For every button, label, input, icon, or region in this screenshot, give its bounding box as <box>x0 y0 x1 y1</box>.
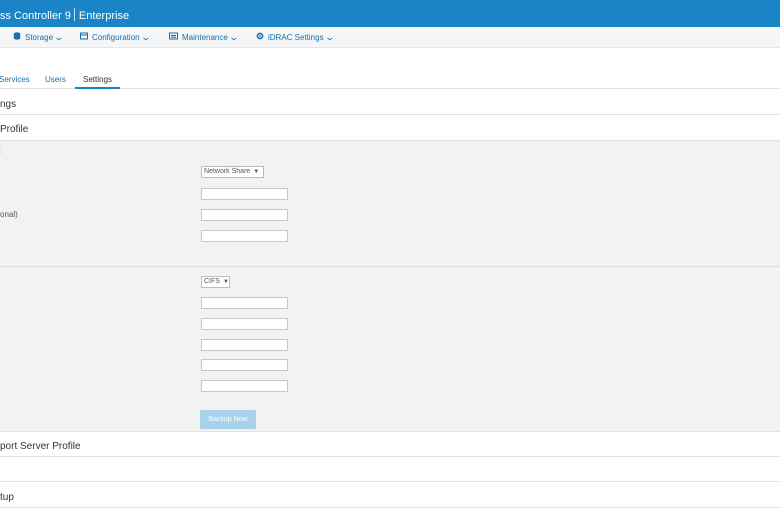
active-tab-indicator <box>75 87 120 89</box>
share-field-5[interactable] <box>201 380 288 392</box>
share-field-3[interactable] <box>201 339 288 351</box>
storage-icon <box>13 27 21 48</box>
chevron-down-icon: ⌄ <box>228 32 239 42</box>
tab-settings[interactable]: Settings <box>83 75 112 84</box>
tab-bar: Services Users Settings <box>0 48 780 89</box>
chevron-down-icon: ⌄ <box>53 32 65 42</box>
optional-text-field[interactable] <box>201 209 288 221</box>
share-type-select[interactable]: CIFS ▼ <box>201 276 230 288</box>
chevron-down-icon: ⌄ <box>140 32 151 42</box>
backup-now-button[interactable]: Backup Now <box>200 410 256 429</box>
divider <box>0 481 780 482</box>
location-type-value: Network Share <box>204 168 251 175</box>
share-type-value: CIFS <box>204 278 220 285</box>
gear-icon <box>256 27 264 48</box>
main-menu: Storage⌄ Configuration⌄ Maintenance⌄ iDR… <box>0 27 780 48</box>
menu-configuration[interactable]: Configuration⌄ <box>80 27 151 48</box>
tab-users[interactable]: Users <box>45 75 66 84</box>
optional-field-label: onal) <box>0 210 18 219</box>
panel-divider <box>0 266 780 267</box>
menu-configuration-label: Configuration <box>92 33 140 42</box>
backup-profile-panel: ( Network Share▼ onal) CIFS▼ <box>0 140 780 432</box>
menu-storage-label: Storage <box>25 33 54 42</box>
menu-storage[interactable]: Storage⌄ <box>13 27 65 48</box>
location-type-select[interactable]: Network Share ▼ <box>201 166 264 178</box>
share-field-1[interactable] <box>201 297 288 309</box>
configuration-icon <box>80 27 88 48</box>
share-field-2[interactable] <box>201 318 288 330</box>
edition-name: Enterprise <box>78 10 130 22</box>
text-field-3[interactable] <box>201 230 288 242</box>
tab-services[interactable]: Services <box>0 75 30 84</box>
product-name: ss Controller 9 <box>0 10 71 22</box>
share-field-4[interactable] <box>201 359 288 371</box>
divider <box>0 456 780 457</box>
app-title: ss Controller 9 Enterprise <box>0 8 129 22</box>
divider <box>0 507 780 508</box>
menu-maintenance-label: Maintenance <box>182 33 228 42</box>
title-separator <box>73 8 75 21</box>
text-field-1[interactable] <box>201 188 288 200</box>
menu-idrac-settings[interactable]: iDRAC Settings⌄ <box>256 27 335 48</box>
chevron-down-icon: ⌄ <box>324 32 335 42</box>
backup-profile-section-title[interactable]: Profile <box>0 124 28 135</box>
settings-section-title: ngs <box>0 99 17 110</box>
title-bar: ss Controller 9 Enterprise <box>0 0 780 27</box>
divider <box>0 114 780 115</box>
dropdown-arrow-icon: ▼ <box>253 169 260 175</box>
export-server-profile-section-title[interactable]: port Server Profile <box>0 441 81 452</box>
menu-idrac-settings-label: iDRAC Settings <box>268 33 324 42</box>
dropdown-arrow-icon: ▼ <box>222 279 229 285</box>
menu-maintenance[interactable]: Maintenance⌄ <box>169 27 239 48</box>
storage-label: ( <box>0 144 1 153</box>
setup-section-title[interactable]: tup <box>0 492 14 503</box>
maintenance-icon <box>169 27 178 48</box>
